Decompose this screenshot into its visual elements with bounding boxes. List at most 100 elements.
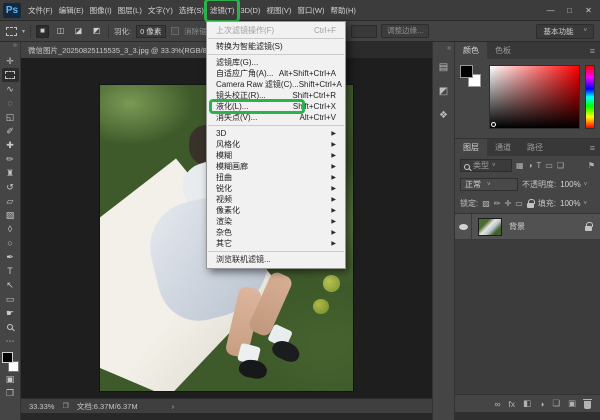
- menu-item-render[interactable]: 渲染 ▶: [207, 216, 345, 227]
- menu-item-other[interactable]: 其它 ▶: [207, 238, 345, 249]
- move-tool[interactable]: ✛: [2, 54, 19, 68]
- antialias-checkbox[interactable]: [171, 27, 179, 35]
- tab-color[interactable]: 颜色: [455, 42, 487, 59]
- menu-item-blur-gallery[interactable]: 模糊画廊 ▶: [207, 161, 345, 172]
- hue-slider[interactable]: [585, 65, 595, 129]
- gradient-tool[interactable]: ▨: [2, 208, 19, 222]
- foreground-color-swatch[interactable]: [460, 65, 473, 78]
- zoom-level-field[interactable]: 33.33%: [29, 402, 54, 411]
- toolbox-collapse-icon[interactable]: »: [13, 42, 20, 54]
- layer-style-icon[interactable]: fx: [509, 399, 516, 409]
- subtract-from-selection-button[interactable]: ◪: [72, 25, 85, 38]
- tab-layers[interactable]: 图层: [455, 139, 487, 156]
- rectangle-tool[interactable]: ▭: [2, 292, 19, 306]
- add-to-selection-button[interactable]: ◫: [54, 25, 67, 38]
- panel-menu-icon[interactable]: ≡: [590, 46, 600, 56]
- rectangular-marquee-tool[interactable]: [2, 68, 19, 82]
- menu-item-adaptive-wide-angle[interactable]: 自适应广角(A)... Alt+Shift+Ctrl+A: [207, 68, 345, 79]
- menu-select[interactable]: 选择(S): [176, 1, 207, 20]
- maximize-button[interactable]: □: [560, 3, 579, 18]
- layer-row-background[interactable]: 背景: [455, 214, 600, 240]
- layer-thumbnail[interactable]: [478, 218, 502, 236]
- menu-item-pixelate[interactable]: 像素化 ▶: [207, 205, 345, 216]
- dock-properties-icon[interactable]: ▤: [436, 60, 452, 76]
- filter-adjustment-icon[interactable]: ◑: [528, 161, 533, 170]
- tab-paths[interactable]: 路径: [519, 139, 551, 156]
- filter-smart-object-icon[interactable]: ❏: [557, 161, 564, 170]
- color-spectrum-picker[interactable]: [489, 65, 580, 129]
- lock-position-icon[interactable]: ✛: [505, 199, 512, 208]
- height-input[interactable]: [351, 25, 377, 38]
- menu-item-lens-correction[interactable]: 镜头校正(R)... Shift+Ctrl+R: [207, 90, 345, 101]
- menu-layer[interactable]: 图层(L): [115, 1, 145, 20]
- close-button[interactable]: ✕: [579, 3, 598, 18]
- menu-edit[interactable]: 编辑(E): [56, 1, 87, 20]
- path-selection-tool[interactable]: ↖: [2, 278, 19, 292]
- layer-visibility-toggle[interactable]: [455, 214, 472, 239]
- menu-image[interactable]: 图像(I): [87, 1, 115, 20]
- layer-filter-select[interactable]: 类型 ˅: [460, 159, 512, 172]
- tool-preset-caret-icon[interactable]: ▾: [22, 28, 25, 35]
- eraser-tool[interactable]: ▱: [2, 194, 19, 208]
- filter-type-icon[interactable]: T: [536, 161, 541, 170]
- tab-channels[interactable]: 通道: [487, 139, 519, 156]
- lock-pixels-icon[interactable]: ✏: [494, 199, 501, 208]
- intersect-selection-button[interactable]: ◩: [90, 25, 103, 38]
- filter-pin-icon[interactable]: ⚑: [588, 161, 595, 170]
- spot-healing-brush-tool[interactable]: ✚: [2, 138, 19, 152]
- pen-tool[interactable]: ✒: [2, 250, 19, 264]
- clone-stamp-tool[interactable]: ♜: [2, 166, 19, 180]
- opacity-field[interactable]: 100% ˅: [560, 180, 587, 189]
- history-brush-tool[interactable]: ↺: [2, 180, 19, 194]
- panel-menu-icon[interactable]: ≡: [590, 143, 600, 153]
- menu-item-3d[interactable]: 3D ▶: [207, 128, 345, 139]
- lock-transparency-icon[interactable]: ▨: [482, 199, 490, 208]
- screen-mode-button[interactable]: ❐: [2, 386, 19, 400]
- dodge-tool[interactable]: ○: [2, 236, 19, 250]
- quick-mask-button[interactable]: ▣: [2, 372, 19, 386]
- link-layers-icon[interactable]: ∞: [494, 399, 500, 409]
- menu-window[interactable]: 窗口(W): [294, 1, 327, 20]
- menu-help[interactable]: 帮助(H): [328, 1, 359, 20]
- menu-3d[interactable]: 3D(D): [237, 2, 263, 19]
- status-chevron-icon[interactable]: ›: [172, 402, 175, 411]
- workspace-switcher[interactable]: 基本功能 ˅: [536, 24, 594, 39]
- menu-view[interactable]: 视图(V): [263, 1, 294, 20]
- dock-libraries-icon[interactable]: ❖: [436, 108, 452, 124]
- dock-collapse-icon[interactable]: «: [447, 45, 454, 52]
- lasso-tool[interactable]: ∿: [2, 82, 19, 96]
- feather-input[interactable]: 0 像素: [136, 25, 166, 38]
- eyedropper-tool[interactable]: ✐: [2, 124, 19, 138]
- crop-tool[interactable]: ◱: [2, 110, 19, 124]
- menu-item-distort[interactable]: 扭曲 ▶: [207, 172, 345, 183]
- refine-edge-button[interactable]: 调整边缘...: [381, 24, 429, 38]
- new-layer-icon[interactable]: ▣: [568, 398, 576, 409]
- new-group-icon[interactable]: ❏: [552, 398, 560, 409]
- filter-image-icon[interactable]: ▦: [516, 161, 524, 170]
- hand-tool[interactable]: ☛: [2, 306, 19, 320]
- adjustment-layer-icon[interactable]: ◑: [539, 399, 544, 409]
- menu-item-stylize[interactable]: 风格化 ▶: [207, 139, 345, 150]
- menu-item-camera-raw[interactable]: Camera Raw 滤镜(C)... Shift+Ctrl+A: [207, 79, 345, 90]
- lock-artboard-icon[interactable]: ▭: [515, 199, 523, 208]
- layer-mask-icon[interactable]: ◧: [523, 398, 531, 409]
- menu-item-video[interactable]: 视频 ▶: [207, 194, 345, 205]
- foreground-color-swatch[interactable]: [2, 352, 13, 363]
- menu-item-liquify[interactable]: 液化(L)... Shift+Ctrl+X: [207, 101, 345, 112]
- blend-mode-select[interactable]: 正常 ˅: [460, 178, 518, 191]
- tool-preset-marquee-icon[interactable]: [6, 27, 17, 36]
- edit-toolbar-button[interactable]: ⋯: [2, 334, 19, 348]
- filter-shape-icon[interactable]: ▭: [545, 161, 553, 170]
- menu-filter[interactable]: 滤镜(T): [207, 1, 238, 20]
- delete-layer-icon[interactable]: [584, 401, 591, 409]
- menu-item-filter-gallery[interactable]: 滤镜库(G)...: [207, 57, 345, 68]
- menu-item-noise[interactable]: 杂色 ▶: [207, 227, 345, 238]
- menu-item-convert-smart-filters[interactable]: 转换为智能滤镜(S): [207, 41, 345, 52]
- menu-type[interactable]: 文字(Y): [145, 1, 176, 20]
- lock-all-icon[interactable]: [527, 203, 534, 208]
- menu-item-vanishing-point[interactable]: 消失点(V)... Alt+Ctrl+V: [207, 112, 345, 123]
- minimize-button[interactable]: —: [541, 3, 560, 18]
- tab-swatches[interactable]: 色板: [487, 42, 519, 59]
- menu-file[interactable]: 文件(F): [25, 1, 56, 20]
- brush-tool[interactable]: ✏: [2, 152, 19, 166]
